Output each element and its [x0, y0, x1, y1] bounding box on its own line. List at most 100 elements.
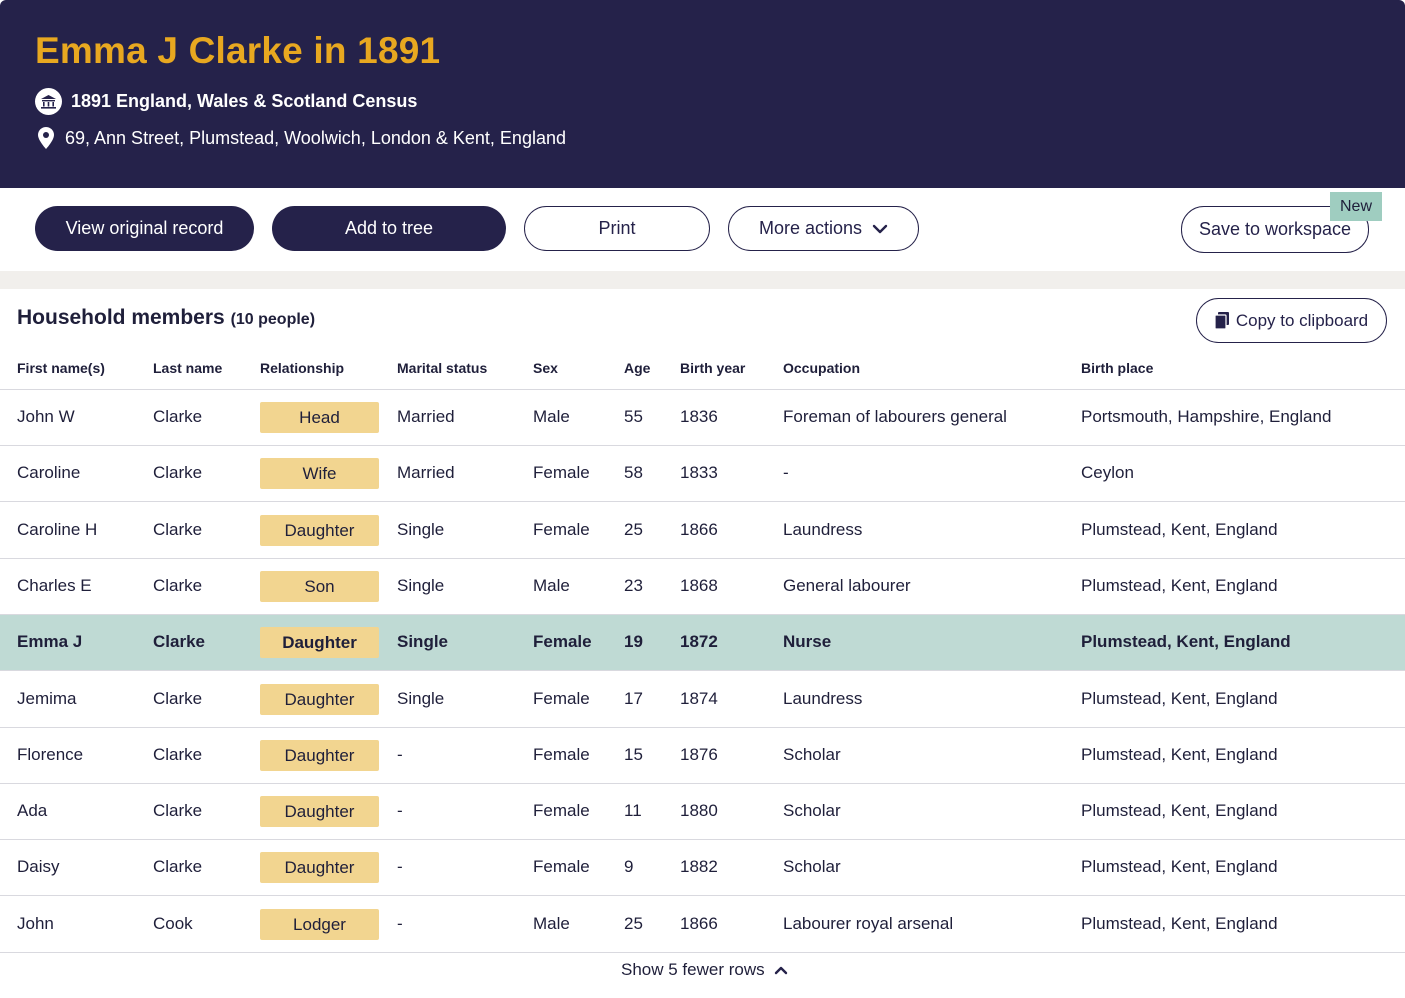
cell-occupation: Foreman of labourers general: [783, 407, 1007, 426]
table-row[interactable]: Emma J Clarke Single Female 19 1872 Nurse Plums…: [0, 615, 1405, 671]
column-sex[interactable]: Sex: [533, 360, 558, 376]
cell-birth-place: Plumstead, Kent, England: [1081, 914, 1278, 933]
clipboard-icon: [1214, 312, 1229, 329]
cell-marital-status: Single: [397, 689, 445, 708]
cell-birth-year: 1868: [680, 576, 718, 595]
cell-marital-status: -: [397, 914, 403, 933]
cell-birth-place: Portsmouth, Hampshire, England: [1081, 407, 1332, 426]
cell-first-name: Caroline H: [17, 520, 98, 539]
cell-first-name: John W: [17, 407, 75, 426]
cell-birth-place: Plumstead, Kent, England: [1081, 745, 1278, 764]
table-row[interactable]: Caroline H Clarke Single Female 25 1866 Laundr…: [0, 503, 1405, 559]
cell-first-name: Caroline: [17, 463, 81, 482]
cell-first-name: Charles E: [17, 576, 92, 595]
table-row[interactable]: Charles E Clarke Single Male 23 1868 General l…: [0, 559, 1405, 615]
record-address: 69, Ann Street, Plumstead, Woolwich, Lon…: [35, 126, 566, 150]
print-button[interactable]: Print: [524, 206, 710, 251]
column-relationship[interactable]: Relationship: [260, 360, 344, 376]
cell-first-name: Emma J: [17, 632, 83, 651]
cell-occupation: Scholar: [783, 745, 841, 764]
household-count: (10 people): [230, 311, 316, 328]
show-fewer-rows-button[interactable]: Show 5 fewer rows: [621, 960, 788, 980]
cell-sex: Female: [533, 632, 592, 651]
cell-occupation: Labourer royal arsenal: [783, 914, 954, 933]
column-birth-place[interactable]: Birth place: [1081, 360, 1153, 376]
cell-age: 15: [624, 745, 643, 764]
cell-birth-year: 1874: [680, 689, 718, 708]
cell-marital-status: -: [397, 801, 403, 820]
cell-occupation: General labourer: [783, 576, 911, 595]
table-row[interactable]: John Cook - Male 25 1866 Labourer royal arsena…: [0, 897, 1405, 953]
column-last-name[interactable]: Last name: [153, 360, 222, 376]
cell-age: 17: [624, 689, 643, 708]
cell-birth-year: 1836: [680, 407, 718, 426]
add-to-tree-button[interactable]: Add to tree: [272, 206, 506, 251]
address-text: 69, Ann Street, Plumstead, Woolwich, Lon…: [65, 127, 566, 148]
cell-occupation: Scholar: [783, 801, 841, 820]
cell-sex: Female: [533, 745, 590, 764]
cell-birth-place: Plumstead, Kent, England: [1081, 632, 1291, 651]
table-row[interactable]: Florence Clarke - Female 15 1876 Scholar Plumst…: [0, 728, 1405, 784]
cell-marital-status: Single: [397, 632, 449, 651]
cell-first-name: John: [17, 914, 54, 933]
copy-to-clipboard-button[interactable]: Copy to clipboard: [1196, 298, 1387, 343]
cell-occupation: Nurse: [783, 632, 832, 651]
cell-last-name: Clarke: [153, 520, 203, 539]
column-age[interactable]: Age: [624, 360, 650, 376]
cell-age: 23: [624, 576, 643, 595]
cell-marital-status: Married: [397, 407, 455, 426]
cell-age: 19: [624, 632, 643, 651]
census-collection: 1891 England, Wales & Scotland Census: [35, 88, 417, 115]
column-first-name[interactable]: First name(s): [17, 360, 105, 376]
census-building-icon: [35, 88, 62, 115]
page-title: Emma J Clarke in 1891: [35, 30, 441, 71]
column-birth-year[interactable]: Birth year: [680, 360, 745, 376]
cell-last-name: Clarke: [153, 745, 203, 764]
view-original-record-button[interactable]: View original record: [35, 206, 254, 251]
more-actions-button[interactable]: More actions: [728, 206, 919, 251]
cell-marital-status: -: [397, 857, 403, 876]
cell-birth-year: 1866: [680, 914, 718, 933]
cell-marital-status: Married: [397, 463, 455, 482]
cell-occupation: Laundress: [783, 689, 863, 708]
cell-first-name: Florence: [17, 745, 84, 764]
cell-marital-status: -: [397, 745, 403, 764]
cell-occupation: Laundress: [783, 520, 863, 539]
new-badge: New: [1330, 192, 1382, 221]
cell-last-name: Clarke: [153, 407, 203, 426]
relationship-chip: Daughter: [260, 684, 379, 715]
cell-birth-year: 1876: [680, 745, 718, 764]
table-row[interactable]: Daisy Clarke - Female 9 1882 Scholar Plumstead,…: [0, 840, 1405, 896]
cell-age: 9: [624, 857, 634, 876]
table-row[interactable]: Jemima Clarke Single Female 17 1874 Laundress P…: [0, 672, 1405, 728]
cell-birth-year: 1880: [680, 801, 718, 820]
cell-last-name: Cook: [153, 914, 193, 933]
relationship-chip: Daughter: [260, 740, 379, 771]
cell-age: 55: [624, 407, 643, 426]
cell-birth-place: Ceylon: [1081, 463, 1134, 482]
cell-birth-place: Plumstead, Kent, England: [1081, 576, 1278, 595]
table-row[interactable]: John W Clarke Married Male 55 1836 Foreman of …: [0, 390, 1405, 446]
cell-last-name: Clarke: [153, 801, 203, 820]
cell-age: 11: [624, 801, 642, 820]
cell-marital-status: Single: [397, 520, 445, 539]
cell-sex: Male: [533, 407, 570, 426]
location-pin-icon: [35, 126, 57, 150]
census-title: 1891 England, Wales & Scotland Census: [71, 91, 418, 111]
chevron-up-icon: [774, 965, 788, 975]
cell-birth-place: Plumstead, Kent, England: [1081, 801, 1278, 820]
cell-birth-year: 1882: [680, 857, 718, 876]
column-occupation[interactable]: Occupation: [783, 360, 860, 376]
cell-last-name: Clarke: [153, 857, 203, 876]
table-row[interactable]: Ada Clarke - Female 11 1880 Scholar Plumstead, …: [0, 784, 1405, 840]
cell-sex: Female: [533, 801, 590, 820]
cell-birth-year: 1833: [680, 463, 718, 482]
cell-occupation: -: [783, 463, 789, 482]
cell-sex: Female: [533, 689, 590, 708]
cell-last-name: Clarke: [153, 576, 203, 595]
table-row[interactable]: Caroline Clarke Married Female 58 1833 - Ceylon…: [0, 446, 1405, 502]
cell-sex: Male: [533, 914, 570, 933]
cell-birth-place: Plumstead, Kent, England: [1081, 520, 1278, 539]
column-marital-status[interactable]: Marital status: [397, 360, 487, 376]
cell-sex: Male: [533, 576, 570, 595]
